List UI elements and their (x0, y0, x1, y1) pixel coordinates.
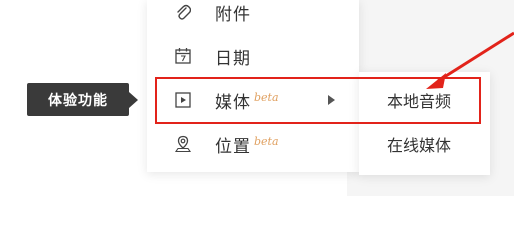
red-arrow-annotation (426, 31, 514, 89)
